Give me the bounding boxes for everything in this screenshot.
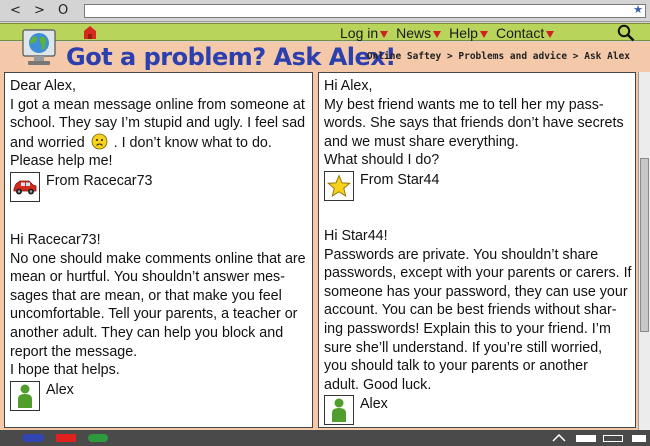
caret-down-icon	[433, 30, 442, 38]
yellow-star-icon	[327, 174, 351, 197]
nav-menu: Log in News Help Contact	[340, 24, 555, 42]
sender-name: Alex	[360, 396, 388, 413]
caret-down-icon	[546, 30, 555, 38]
worried-face-icon	[91, 133, 108, 150]
avatar	[324, 170, 354, 201]
close-icon[interactable]	[632, 435, 646, 442]
back-button[interactable]: <	[10, 3, 21, 19]
search-icon[interactable]	[617, 24, 635, 42]
red-car-icon	[13, 180, 37, 195]
person-icon	[18, 384, 32, 408]
signature-star44: From Star44	[324, 170, 624, 201]
maximize-icon[interactable]	[603, 435, 623, 442]
chevron-up-icon[interactable]	[552, 434, 566, 442]
caret-down-icon	[380, 30, 389, 38]
question-racecar73: Dear Alex, I got a mean message online f…	[10, 77, 305, 202]
browser-toolbar: < > O ★	[0, 0, 650, 22]
nav-help[interactable]: Help	[449, 24, 488, 42]
forward-button[interactable]: >	[34, 3, 45, 19]
site-nav-bar: Log in News Help Contact	[0, 23, 650, 42]
signature-alex: Alex	[10, 380, 306, 411]
sender-name: From Star44	[360, 171, 440, 188]
globe-computer-icon	[22, 29, 56, 65]
sender-name: From Racecar73	[46, 172, 153, 189]
left-message-panel: Dear Alex, I got a mean message online f…	[4, 72, 313, 428]
red-dot-icon[interactable]	[56, 434, 76, 442]
signature-alex: Alex	[324, 395, 632, 426]
nav-news[interactable]: News	[396, 24, 442, 42]
blue-dot-icon[interactable]	[22, 434, 44, 442]
right-message-panel: Hi Alex, My best friend wants me to tell…	[318, 72, 636, 428]
content-area: Dear Alex, I got a mean message online f…	[0, 72, 650, 430]
answer-alex-right: Hi Star44! Passwords are private. You sh…	[324, 227, 632, 426]
bookmark-star-icon[interactable]: ★	[633, 3, 643, 16]
question-star44: Hi Alex, My best friend wants me to tell…	[324, 77, 624, 201]
breadcrumb[interactable]: Online Saftey > Problems and advice > As…	[367, 51, 630, 62]
home-icon[interactable]	[84, 26, 96, 39]
signature-racecar73: From Racecar73	[10, 171, 305, 202]
green-dot-icon[interactable]	[88, 434, 108, 442]
taskbar	[0, 430, 650, 446]
avatar	[10, 380, 40, 411]
page-title: Got a problem? Ask Alex!	[66, 43, 396, 71]
caret-down-icon	[479, 30, 488, 38]
nav-contact[interactable]: Contact	[496, 24, 555, 42]
scrollbar-thumb[interactable]	[640, 158, 649, 332]
avatar	[10, 171, 40, 202]
avatar	[324, 395, 354, 426]
vertical-scrollbar[interactable]	[638, 72, 650, 430]
reload-button[interactable]: O	[58, 3, 68, 19]
minimize-icon[interactable]	[576, 435, 596, 442]
address-bar[interactable]: ★	[84, 3, 646, 18]
page-header: Got a problem? Ask Alex! Online Saftey >…	[0, 29, 650, 72]
nav-login[interactable]: Log in	[340, 24, 389, 42]
sender-name: Alex	[46, 381, 74, 398]
person-icon	[332, 398, 346, 423]
answer-alex-left: Hi Racecar73! No one should make comment…	[10, 231, 306, 411]
